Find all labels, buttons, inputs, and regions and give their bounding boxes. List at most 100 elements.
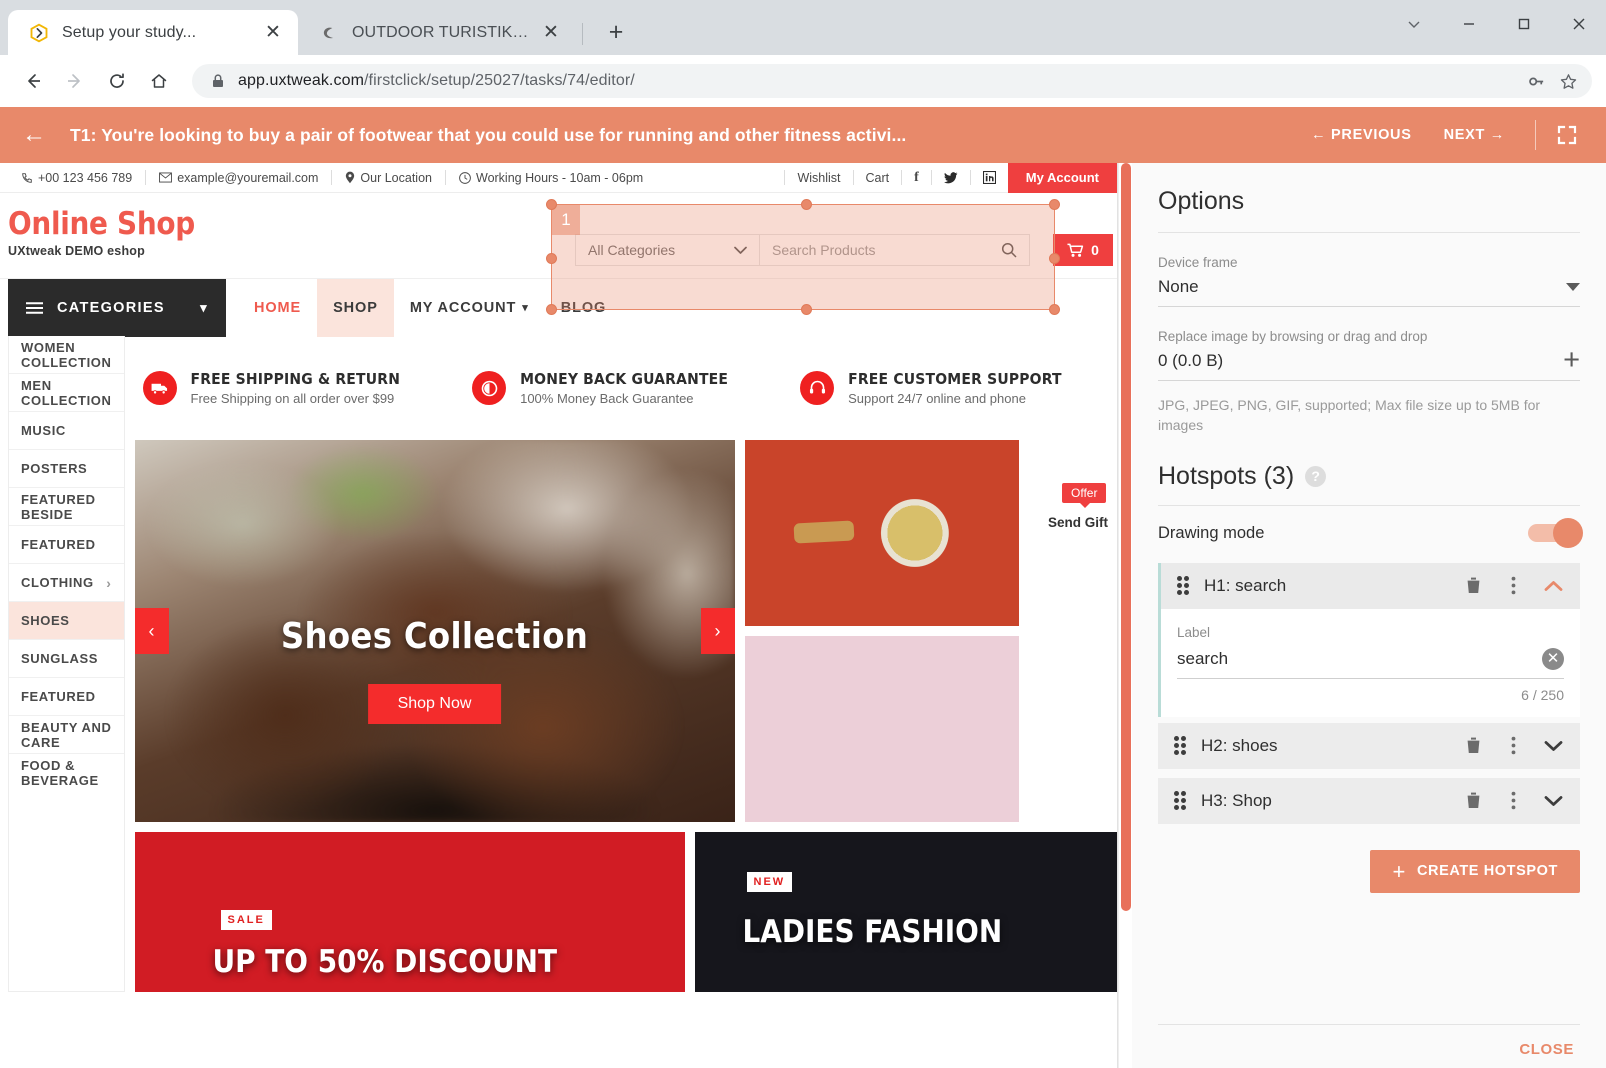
trash-icon[interactable] xyxy=(1460,788,1486,814)
send-gift-link[interactable]: Send Gift xyxy=(1048,515,1108,530)
category-item-clothing[interactable]: CLOTHING › xyxy=(9,564,124,602)
create-hotspot-row: + CREATE HOTSPOT xyxy=(1158,824,1580,894)
hero-banner-shoes[interactable]: ‹ › Shoes Collection Shop Now xyxy=(134,440,735,822)
chevron-up-icon[interactable] xyxy=(1540,573,1566,599)
create-hotspot-label: CREATE HOTSPOT xyxy=(1416,863,1558,880)
maximize-icon[interactable] xyxy=(1496,0,1551,48)
hero-next-button[interactable]: › xyxy=(700,608,735,654)
website-preview[interactable]: +00 123 456 789 example@youremail.com Ou… xyxy=(0,163,1118,1068)
category-item[interactable]: POSTERS xyxy=(9,450,124,488)
facebook-icon[interactable]: f xyxy=(902,170,931,186)
category-item-shoes[interactable]: SHOES xyxy=(9,602,124,640)
category-item[interactable]: MUSIC xyxy=(9,412,124,450)
forward-icon[interactable] xyxy=(56,62,94,100)
drag-handle-icon[interactable] xyxy=(1174,791,1187,811)
shop-logo[interactable]: Online Shop UXtweak DEMO eshop xyxy=(8,209,195,259)
create-hotspot-button[interactable]: + CREATE HOTSPOT xyxy=(1370,849,1580,894)
cart-button[interactable]: 0 xyxy=(1053,234,1113,266)
drag-handle-icon[interactable] xyxy=(1174,736,1187,756)
chevron-down-icon[interactable] xyxy=(1386,0,1441,48)
email-info: example@youremail.com xyxy=(146,171,331,185)
category-item[interactable]: WOMEN COLLECTION xyxy=(9,336,124,374)
new-tab-button[interactable]: + xyxy=(599,15,633,49)
wishlist-link[interactable]: Wishlist xyxy=(785,171,852,185)
drawing-mode-toggle[interactable] xyxy=(1528,518,1583,549)
close-button[interactable]: CLOSE xyxy=(1519,1041,1580,1058)
back-icon[interactable] xyxy=(14,62,52,100)
shop-now-button[interactable]: Shop Now xyxy=(367,684,502,724)
hotspot-label-input[interactable]: search ✕ xyxy=(1177,644,1564,679)
browser-chrome: Setup your study... ✕ OUTDOOR TURISTIKA … xyxy=(0,0,1606,107)
cart-link[interactable]: Cart xyxy=(854,171,902,185)
feature-item: FREE SHIPPING & RETURN Free Shipping on … xyxy=(142,370,401,406)
promo-banner-ladies[interactable]: NEW LADIES FASHION xyxy=(694,832,1117,992)
trash-icon[interactable] xyxy=(1460,733,1486,759)
category-item[interactable]: MEN COLLECTION xyxy=(9,374,124,412)
category-item[interactable]: FOOD & BEVERAGE xyxy=(9,754,124,792)
device-frame-value: None xyxy=(1158,277,1199,296)
hotspot-handle-w[interactable] xyxy=(546,253,557,264)
chevron-down-icon[interactable] xyxy=(1540,788,1566,814)
promo-image-drinks[interactable] xyxy=(744,636,1019,822)
hotspot-header-1[interactable]: H1: search xyxy=(1161,562,1580,609)
twitter-icon[interactable] xyxy=(932,171,970,184)
category-item[interactable]: BEAUTY AND CARE xyxy=(9,716,124,754)
window-close-icon[interactable] xyxy=(1551,0,1606,48)
category-item[interactable]: FEATURED xyxy=(9,678,124,716)
back-arrow-icon[interactable]: ← xyxy=(22,123,56,147)
hotspot-header-3[interactable]: H3: Shop xyxy=(1158,777,1580,824)
more-vertical-icon[interactable] xyxy=(1500,573,1526,599)
drawing-mode-label: Drawing mode xyxy=(1158,523,1265,542)
close-icon[interactable]: ✕ xyxy=(260,20,286,46)
previous-button[interactable]: ← PREVIOUS xyxy=(1295,127,1427,143)
hotspot-header-2[interactable]: H2: shoes xyxy=(1158,722,1580,769)
nav-item-home[interactable]: HOME xyxy=(238,279,317,337)
hotspot-handle-e[interactable] xyxy=(1049,253,1060,264)
key-icon[interactable] xyxy=(1520,65,1552,97)
hotspot-handle-sw[interactable] xyxy=(546,304,557,315)
trash-icon[interactable] xyxy=(1460,573,1486,599)
hotspot-handle-se[interactable] xyxy=(1049,304,1060,315)
browser-tab-inactive[interactable]: OUTDOOR TURISTIKA ECCO MX ✕ xyxy=(298,10,576,55)
offer-badge: Offer xyxy=(1062,483,1107,508)
category-item[interactable]: FEATURED xyxy=(9,526,124,564)
category-item[interactable]: SUNGLASS xyxy=(9,640,124,678)
chevron-down-icon[interactable] xyxy=(1540,733,1566,759)
scrollbar-thumb[interactable] xyxy=(1121,163,1131,911)
replace-image-row[interactable]: 0 (0.0 B) + xyxy=(1158,344,1580,381)
promo-image-pizza[interactable] xyxy=(744,440,1019,626)
nav-item-my-account[interactable]: MY ACCOUNT ▾ xyxy=(394,279,545,337)
add-icon[interactable]: + xyxy=(1563,345,1580,375)
nav-item-shop[interactable]: SHOP xyxy=(317,278,394,337)
promo-banner-sale[interactable]: SALE UP TO 50% DISCOUNT xyxy=(134,832,685,992)
hotspot-rectangle-1[interactable]: 1 xyxy=(546,199,1060,315)
drag-handle-icon[interactable] xyxy=(1177,576,1190,596)
hero-prev-button[interactable]: ‹ xyxy=(134,608,169,654)
hotspot-handle-nw[interactable] xyxy=(546,199,557,210)
star-icon[interactable] xyxy=(1552,65,1584,97)
reload-icon[interactable] xyxy=(98,62,136,100)
clear-icon[interactable]: ✕ xyxy=(1542,647,1564,670)
category-item[interactable]: FEATURED BESIDE xyxy=(9,488,124,526)
device-frame-select[interactable]: None xyxy=(1158,270,1580,307)
hotspot-handle-s[interactable] xyxy=(801,304,812,315)
coin-icon xyxy=(472,371,507,405)
linkedin-icon[interactable] xyxy=(971,171,1008,184)
browser-tab-active[interactable]: Setup your study... ✕ xyxy=(8,10,298,55)
fullscreen-icon[interactable] xyxy=(1550,124,1584,146)
categories-header[interactable]: CATEGORIES ▾ xyxy=(8,279,226,337)
my-account-button[interactable]: My Account xyxy=(1007,163,1117,193)
promo-row: SALE UP TO 50% DISCOUNT NEW LADIES FASHI… xyxy=(133,832,1117,992)
minimize-icon[interactable] xyxy=(1441,0,1496,48)
hotspot-handle-ne[interactable] xyxy=(1049,199,1060,210)
hotspot-handle-n[interactable] xyxy=(801,199,812,210)
home-icon[interactable] xyxy=(140,62,178,100)
address-bar[interactable]: app.uxtweak.com/firstclick/setup/25027/t… xyxy=(192,64,1592,98)
close-icon[interactable]: ✕ xyxy=(538,20,564,46)
more-vertical-icon[interactable] xyxy=(1500,788,1526,814)
help-icon[interactable]: ? xyxy=(1305,465,1327,487)
more-vertical-icon[interactable] xyxy=(1500,733,1526,759)
preview-scrollbar[interactable] xyxy=(1118,163,1132,1068)
phone-text: +00 123 456 789 xyxy=(38,170,133,185)
next-button[interactable]: NEXT → xyxy=(1428,127,1521,143)
